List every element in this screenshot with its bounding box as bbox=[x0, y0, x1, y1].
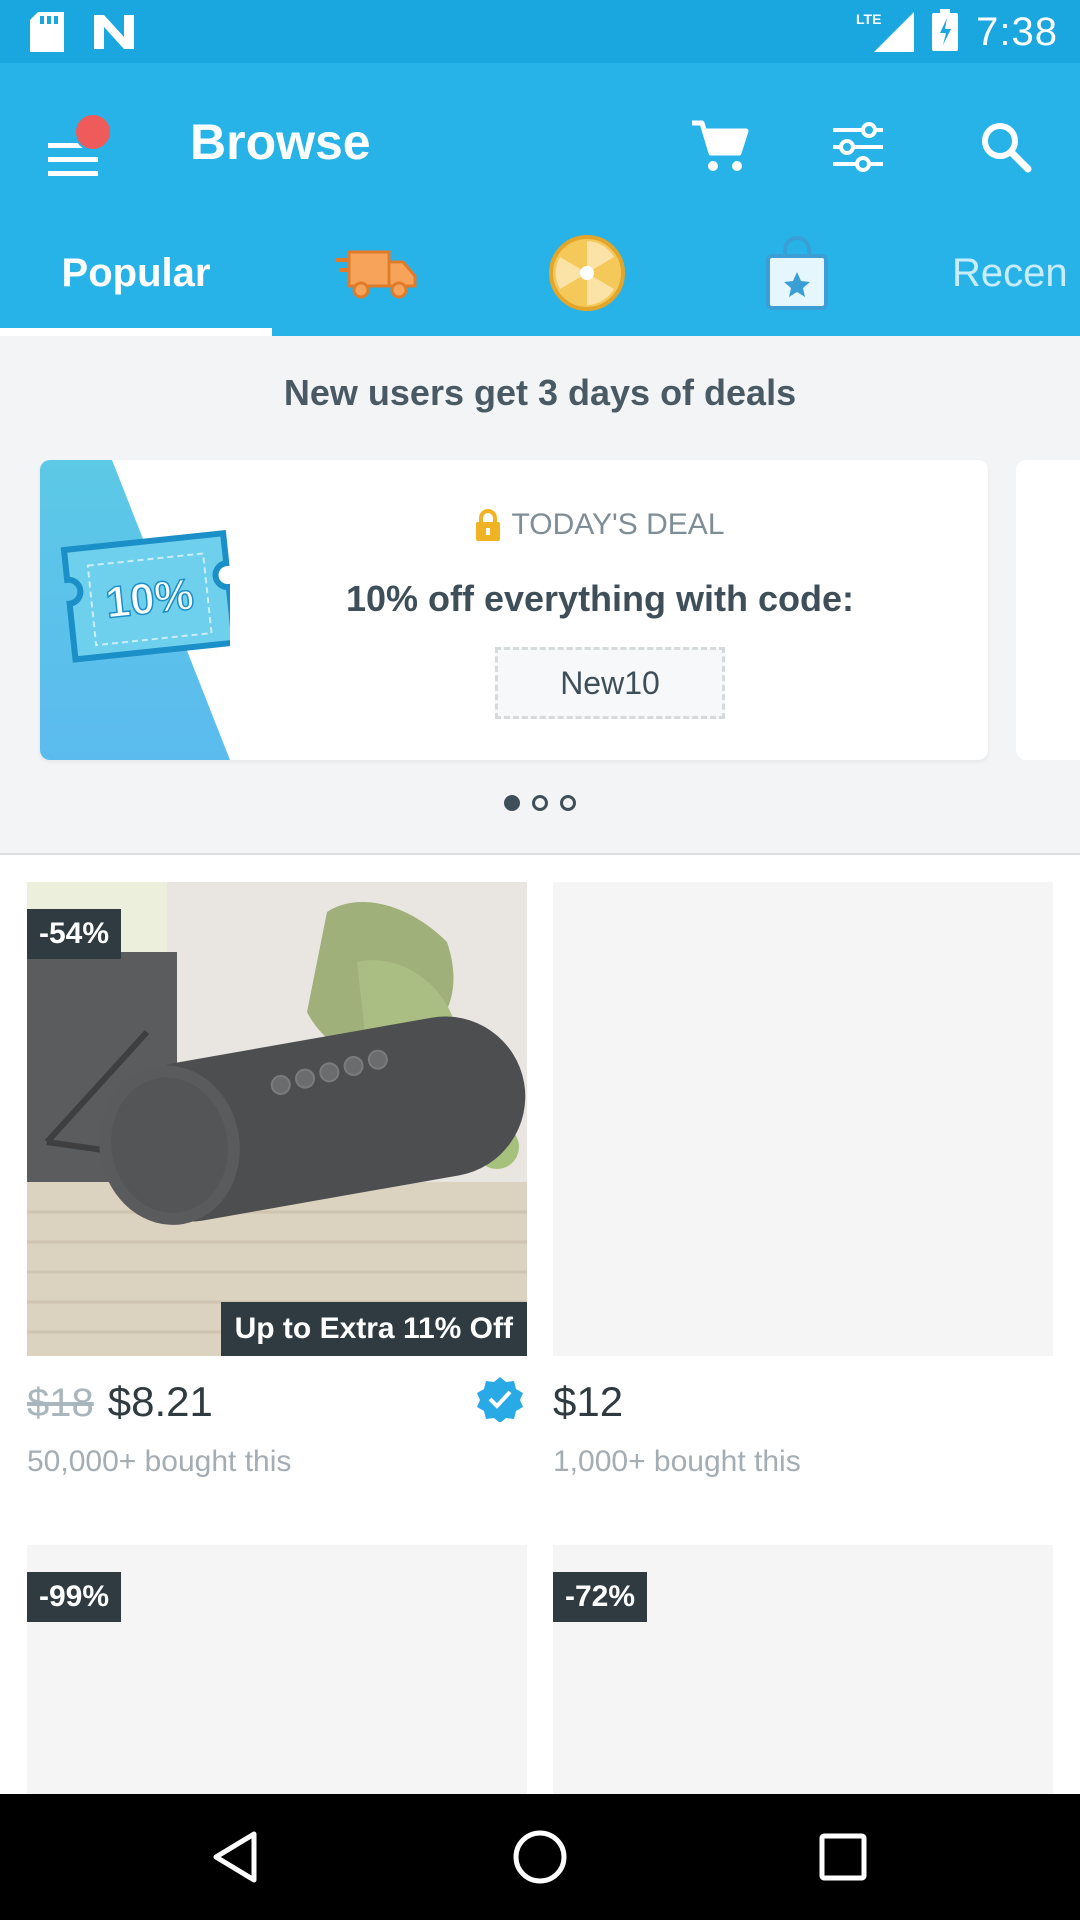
tab-popular[interactable]: Popular bbox=[0, 210, 272, 336]
filter-sliders-icon bbox=[833, 122, 883, 172]
current-price: $12 bbox=[553, 1378, 624, 1425]
product-image[interactable] bbox=[553, 882, 1053, 1356]
deal-side-art: 10% bbox=[40, 460, 238, 760]
status-time: 7:38 bbox=[976, 10, 1058, 54]
prize-wheel-icon bbox=[549, 235, 625, 311]
menu-button[interactable] bbox=[40, 113, 112, 183]
promo-heading: New users get 3 days of deals bbox=[283, 372, 797, 413]
shopping-bag-star-icon bbox=[766, 236, 828, 310]
carousel-dot-1[interactable] bbox=[504, 795, 520, 811]
status-bar: LTE 7:38 bbox=[0, 0, 1080, 63]
deal-tag: TODAY'S DEAL bbox=[270, 508, 930, 542]
svg-text:10%: 10% bbox=[103, 570, 196, 628]
back-triangle-icon bbox=[213, 1831, 257, 1883]
discount-badge: -99% bbox=[27, 1572, 122, 1622]
coupon-ticket-icon: 10% bbox=[40, 460, 238, 760]
recents-square-icon bbox=[819, 1833, 867, 1881]
recents-button[interactable] bbox=[808, 1822, 878, 1892]
sd-card-icon bbox=[30, 12, 64, 57]
shopping-cart-icon bbox=[692, 120, 749, 171]
verified-badge-icon bbox=[477, 1377, 523, 1422]
tab-prize-wheel[interactable] bbox=[482, 210, 692, 336]
tab-fast-delivery[interactable] bbox=[272, 210, 482, 336]
category-tabs: Popular Recen bbox=[0, 210, 1080, 336]
extra-off-label: Up to Extra 11% Off bbox=[220, 1302, 527, 1356]
bought-count: 50,000+ bought this bbox=[27, 1445, 292, 1478]
deal-card[interactable]: 10% TODAY'S DEAL 10% off everything with… bbox=[40, 460, 988, 760]
search-button[interactable] bbox=[966, 107, 1046, 187]
system-nav-bar bbox=[0, 1794, 1080, 1920]
price-row: $12 bbox=[553, 1378, 623, 1426]
battery-charging-icon bbox=[932, 9, 959, 56]
svg-text:LTE: LTE bbox=[856, 11, 881, 27]
deal-title: 10% off everything with code: bbox=[345, 578, 855, 619]
search-icon bbox=[982, 123, 1032, 173]
tab-shop-deals[interactable] bbox=[692, 210, 902, 336]
price-row: $18 $8.21 bbox=[27, 1378, 213, 1426]
filter-button[interactable] bbox=[818, 107, 898, 187]
active-tab-indicator bbox=[0, 328, 272, 336]
bought-count: 1,000+ bought this bbox=[553, 1445, 801, 1478]
back-button[interactable] bbox=[200, 1822, 270, 1892]
tab-recent[interactable]: Recen bbox=[952, 210, 1080, 336]
home-circle-icon bbox=[513, 1830, 567, 1884]
discount-badge: -72% bbox=[553, 1572, 648, 1622]
carousel-dot-3[interactable] bbox=[560, 795, 576, 811]
delivery-truck-icon bbox=[335, 250, 417, 299]
carousel-indicator bbox=[0, 795, 1080, 811]
cart-button[interactable] bbox=[680, 107, 760, 187]
lock-icon bbox=[476, 509, 501, 541]
carousel-dot-2[interactable] bbox=[532, 795, 548, 811]
product-image[interactable]: -72% bbox=[553, 1545, 1053, 1794]
notification-dot bbox=[74, 113, 112, 151]
n-notification-icon bbox=[94, 15, 134, 54]
lte-signal-icon: LTE bbox=[854, 8, 915, 57]
deal-code[interactable]: New10 bbox=[495, 647, 725, 719]
home-button[interactable] bbox=[505, 1822, 575, 1892]
original-price: $18 bbox=[27, 1381, 94, 1425]
next-deal-card[interactable] bbox=[1016, 460, 1080, 760]
current-price: $8.21 bbox=[107, 1378, 213, 1425]
discount-badge: -54% bbox=[27, 909, 122, 959]
product-image[interactable]: -99% bbox=[27, 1545, 527, 1794]
page-title: Browse bbox=[190, 114, 371, 170]
product-image[interactable]: -54% Up to Extra 11% Off bbox=[27, 882, 527, 1356]
deal-content: TODAY'S DEAL 10% off everything with cod… bbox=[270, 460, 930, 760]
